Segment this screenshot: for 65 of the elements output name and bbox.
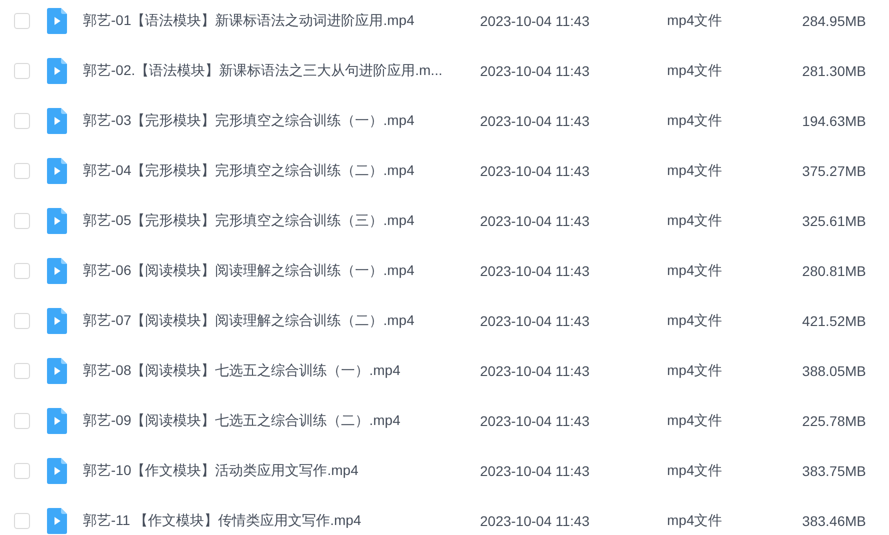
video-file-icon (47, 208, 67, 234)
checkbox[interactable] (14, 313, 30, 329)
file-name[interactable]: 郭艺-05【完形模块】完形填空之综合训练（三）.mp4 (83, 212, 480, 230)
file-type: mp4文件 (667, 412, 724, 430)
file-size: 383.46MB (801, 513, 866, 529)
file-size: 388.05MB (801, 363, 866, 379)
video-file-icon (47, 58, 67, 84)
file-type: mp4文件 (667, 12, 724, 30)
checkbox[interactable] (14, 163, 30, 179)
file-size: 284.95MB (801, 13, 866, 29)
video-file-icon (47, 108, 67, 134)
modified-time: 2023-10-04 11:43 (480, 313, 590, 329)
checkbox[interactable] (14, 413, 30, 429)
file-type: mp4文件 (667, 512, 724, 530)
file-name[interactable]: 郭艺-09【阅读模块】七选五之综合训练（二）.mp4 (83, 412, 480, 430)
modified-time: 2023-10-04 11:43 (480, 263, 590, 279)
file-name[interactable]: 郭艺-07【阅读模块】阅读理解之综合训练（二）.mp4 (83, 312, 480, 330)
file-type: mp4文件 (667, 462, 724, 480)
file-type: mp4文件 (667, 112, 724, 130)
file-size: 383.75MB (801, 463, 866, 479)
file-name[interactable]: 郭艺-06【阅读模块】阅读理解之综合训练（一）.mp4 (83, 262, 480, 280)
file-type: mp4文件 (667, 262, 724, 280)
video-file-icon (47, 458, 67, 484)
file-name[interactable]: 郭艺-01【语法模块】新课标语法之动词进阶应用.mp4 (83, 12, 480, 30)
file-type: mp4文件 (667, 162, 724, 180)
modified-time: 2023-10-04 11:43 (480, 213, 590, 229)
file-name[interactable]: 郭艺-10【作文模块】活动类应用文写作.mp4 (83, 462, 480, 480)
modified-time: 2023-10-04 11:43 (480, 113, 590, 129)
checkbox[interactable] (14, 363, 30, 379)
file-name[interactable]: 郭艺-03【完形模块】完形填空之综合训练（一）.mp4 (83, 112, 480, 130)
file-type: mp4文件 (667, 62, 724, 80)
file-size: 194.63MB (801, 113, 866, 129)
video-file-icon (47, 358, 67, 384)
file-type: mp4文件 (667, 212, 724, 230)
modified-time: 2023-10-04 11:43 (480, 13, 590, 29)
modified-time: 2023-10-04 11:43 (480, 163, 590, 179)
file-name[interactable]: 郭艺-08【阅读模块】七选五之综合训练（一）.mp4 (83, 362, 480, 380)
modified-time: 2023-10-04 11:43 (480, 363, 590, 379)
file-size: 421.52MB (801, 313, 866, 329)
video-file-icon (47, 8, 67, 34)
checkbox[interactable] (14, 263, 30, 279)
checkbox[interactable] (14, 213, 30, 229)
file-size: 281.30MB (801, 63, 866, 79)
video-file-icon (47, 158, 67, 184)
checkbox[interactable] (14, 113, 30, 129)
file-size: 325.61MB (801, 213, 866, 229)
file-name[interactable]: 郭艺-04【完形模块】完形填空之综合训练（二）.mp4 (83, 162, 480, 180)
file-type: mp4文件 (667, 312, 724, 330)
checkbox[interactable] (14, 463, 30, 479)
checkbox[interactable] (14, 63, 30, 79)
file-size: 225.78MB (801, 413, 866, 429)
modified-time: 2023-10-04 11:43 (480, 63, 590, 79)
file-type: mp4文件 (667, 362, 724, 380)
checkbox[interactable] (14, 513, 30, 529)
modified-time: 2023-10-04 11:43 (480, 513, 590, 529)
file-name[interactable]: 郭艺-11 【作文模块】传情类应用文写作.mp4 (83, 512, 480, 530)
video-file-icon (47, 308, 67, 334)
checkbox[interactable] (14, 13, 30, 29)
file-size: 280.81MB (801, 263, 866, 279)
file-name[interactable]: 郭艺-02.【语法模块】新课标语法之三大从句进阶应用.m... (83, 62, 480, 80)
file-size: 375.27MB (801, 163, 866, 179)
modified-time: 2023-10-04 11:43 (480, 413, 590, 429)
video-file-icon (47, 258, 67, 284)
video-file-icon (47, 408, 67, 434)
modified-time: 2023-10-04 11:43 (480, 463, 590, 479)
